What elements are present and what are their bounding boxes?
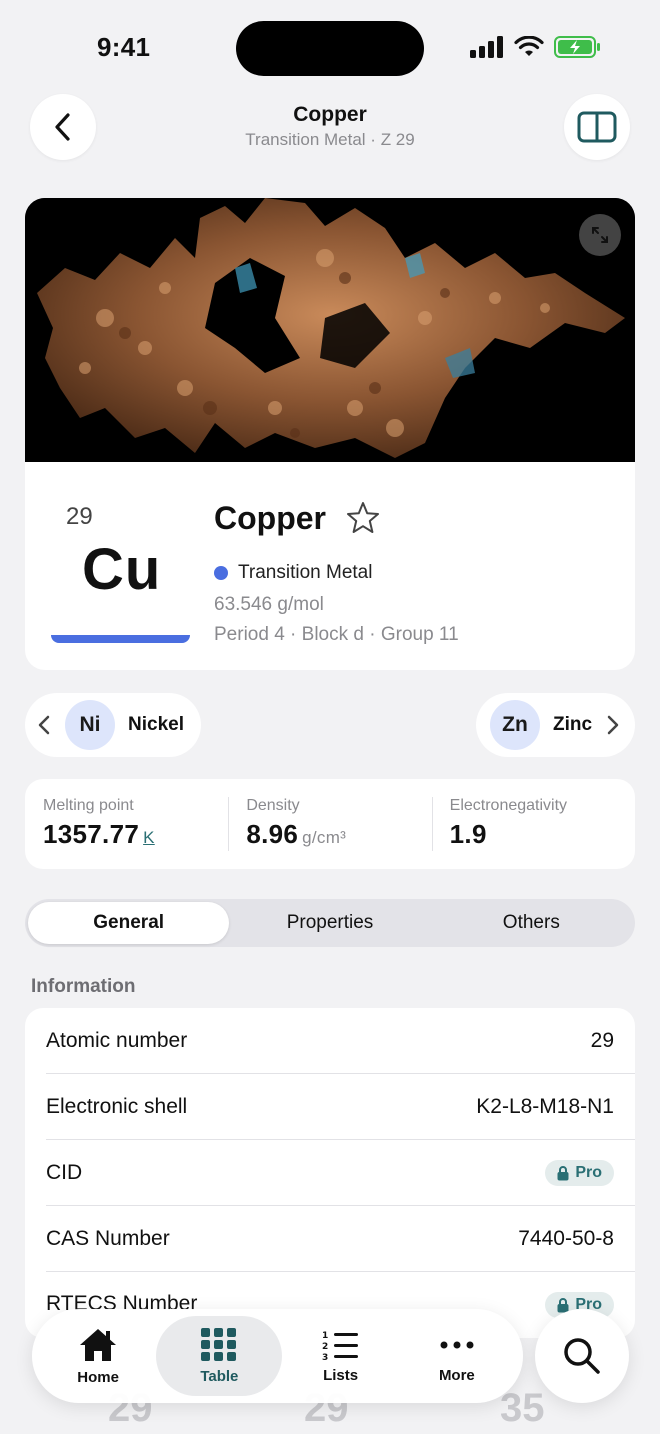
svg-text:3: 3 <box>322 1353 328 1361</box>
background-value: 35 <box>500 1386 545 1430</box>
pro-badge[interactable]: Pro <box>545 1160 614 1186</box>
stat-label: Melting point <box>43 797 134 814</box>
star-icon <box>347 502 379 533</box>
previous-element-button[interactable]: Ni Nickel <box>25 693 201 757</box>
tab-label: More <box>438 1366 475 1384</box>
list-item[interactable]: CID Pro <box>25 1140 635 1206</box>
info-label: CAS Number <box>46 1227 170 1250</box>
section-segmented-control: General Properties Others <box>25 899 635 947</box>
category-row: Transition Metal <box>214 562 372 584</box>
list-item[interactable]: Atomic number 29 <box>25 1008 635 1074</box>
density-stat: Density 8.96 g/cm³ <box>228 779 431 869</box>
dynamic-island <box>236 21 424 76</box>
category-dot <box>214 566 228 580</box>
tab-lists[interactable]: 123 Lists <box>282 1316 398 1396</box>
stat-value: 1.9 <box>449 819 487 849</box>
element-photo[interactable] <box>25 198 635 462</box>
search-button[interactable] <box>535 1309 629 1403</box>
battery-icon <box>554 36 600 58</box>
info-label: CID <box>46 1161 83 1184</box>
next-element-symbol: Zn <box>490 700 540 750</box>
list-item[interactable]: CAS Number 7440-50-8 <box>25 1206 635 1272</box>
search-icon <box>564 1338 600 1374</box>
tab-label: Home <box>77 1368 119 1386</box>
stat-value: 8.96 g/cm³ <box>246 819 347 849</box>
chevron-right-icon <box>607 715 619 735</box>
wifi-icon <box>514 36 544 56</box>
next-element-name: Zinc <box>553 714 593 735</box>
expand-image-button[interactable] <box>579 214 621 256</box>
quick-stats-card: Melting point 1357.77 K Density 8.96 g/cm³… <box>25 779 635 869</box>
info-value: 29 <box>590 1029 614 1052</box>
status-icons <box>470 36 602 58</box>
favorite-button[interactable] <box>345 500 381 541</box>
ellipsis-icon <box>440 1341 474 1348</box>
tab-properties[interactable]: Properties <box>229 902 430 944</box>
copper-specimen-image <box>25 198 635 462</box>
lock-icon <box>557 1165 569 1180</box>
split-view-button[interactable] <box>564 94 630 160</box>
tab-more[interactable]: More <box>399 1316 515 1396</box>
tab-home[interactable]: Home <box>40 1316 156 1396</box>
next-element-button[interactable]: Zn Zinc <box>476 693 635 757</box>
info-value: K2-L8-M18-N1 <box>476 1095 614 1118</box>
tab-table[interactable]: Table <box>156 1316 283 1396</box>
previous-element-symbol: Ni <box>65 700 115 750</box>
element-name: Copper <box>214 500 326 536</box>
info-value: 7440-50-8 <box>518 1227 614 1250</box>
page-subtitle: Transition Metal · Z 29 <box>245 130 415 149</box>
atomic-number: 29 <box>66 503 93 530</box>
chevron-left-icon <box>38 715 50 735</box>
electronegativity-stat: Electronegativity 1.9 <box>431 779 635 869</box>
atomic-mass: 63.546 g/mol <box>214 594 324 615</box>
element-hero-card: 29 Cu Copper Transition Metal 63.546 g/m… <box>25 198 635 670</box>
grid-icon <box>201 1327 237 1361</box>
numbered-list-icon: 123 <box>322 1331 358 1361</box>
stat-unit: g/cm³ <box>302 828 347 847</box>
page-title: Copper <box>293 103 367 126</box>
bottom-tab-bar: Home Table 123 Lists More <box>32 1309 523 1403</box>
element-symbol: Cu <box>82 537 162 602</box>
stat-value: 1357.77 K <box>43 819 155 849</box>
signal-icon <box>470 36 503 58</box>
tab-others[interactable]: Others <box>431 902 632 944</box>
status-time: 9:41 <box>97 32 151 62</box>
house-icon <box>80 1328 117 1361</box>
category-color-bar <box>51 635 190 643</box>
stat-label: Electronegativity <box>449 797 568 814</box>
information-list: Atomic number 29 Electronic shell K2-L8-… <box>25 1008 635 1338</box>
info-label: Atomic number <box>46 1029 188 1052</box>
svg-text:1: 1 <box>322 1331 328 1341</box>
unit-toggle-link[interactable]: K <box>143 828 155 847</box>
stat-label: Density <box>246 797 300 814</box>
section-title: Information <box>31 976 136 997</box>
category-label: Transition Metal <box>238 562 373 583</box>
pro-label: Pro <box>575 1164 602 1181</box>
list-item[interactable]: Electronic shell K2-L8-M18-N1 <box>25 1074 635 1140</box>
sidebar-split-icon <box>577 111 617 143</box>
tab-general[interactable]: General <box>28 902 230 944</box>
previous-element-name: Nickel <box>128 714 184 735</box>
tab-label: Table <box>200 1367 239 1385</box>
info-label: Electronic shell <box>46 1095 188 1118</box>
period-block-group: Period 4 · Block d · Group 11 <box>214 624 459 645</box>
tab-label: Lists <box>323 1366 359 1384</box>
svg-text:2: 2 <box>322 1342 328 1352</box>
expand-icon <box>592 227 608 243</box>
melting-point-stat: Melting point 1357.77 K <box>25 779 228 869</box>
